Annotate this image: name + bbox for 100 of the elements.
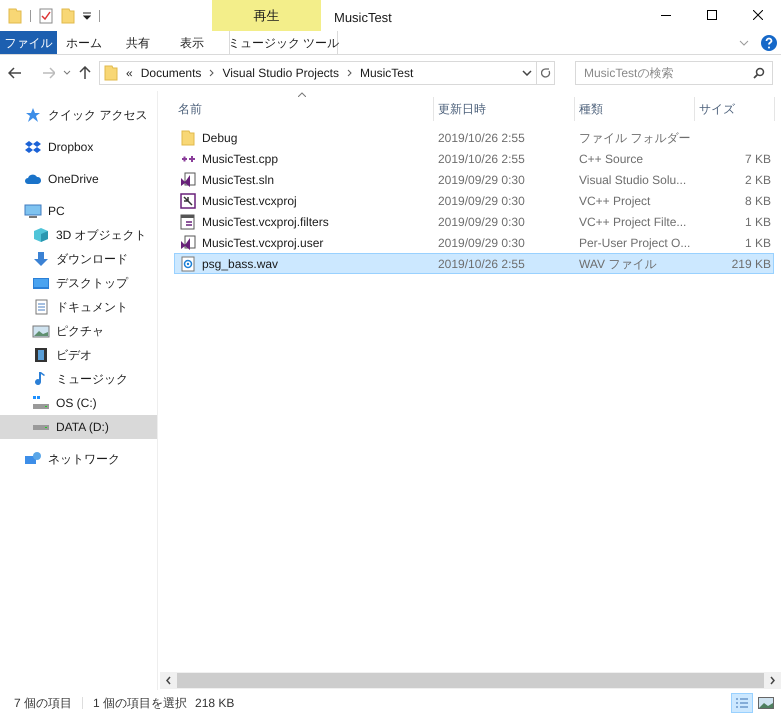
file-name: MusicTest.vcxproj.filters bbox=[202, 214, 329, 230]
down-arrow-icon bbox=[32, 251, 50, 267]
folder-icon bbox=[180, 130, 196, 146]
column-header[interactable]: 名前 bbox=[174, 97, 434, 121]
file-row[interactable]: MusicTest.cpp 2019/10/26 2:55 C++ Source 7 KB bbox=[174, 148, 774, 169]
sidebar-item[interactable]: PC bbox=[0, 199, 157, 223]
breadcrumb[interactable]: Documents bbox=[140, 64, 202, 82]
column-header[interactable]: 更新日時 bbox=[434, 97, 575, 121]
maximize-icon bbox=[707, 10, 717, 20]
search-field[interactable]: MusicTestの検索 bbox=[575, 61, 773, 85]
file-size: 219 KB bbox=[732, 256, 771, 270]
project-file-icon bbox=[180, 192, 196, 208]
file-type: ファイル フォルダー bbox=[579, 130, 690, 144]
file-name: psg_bass.wav bbox=[202, 256, 278, 272]
sidebar-item[interactable]: ダウンロード bbox=[0, 247, 157, 271]
window-title: MusicTest bbox=[334, 9, 392, 27]
file-row[interactable]: MusicTest.vcxproj 2019/09/29 0:30 VC++ Project 8 KB bbox=[174, 190, 774, 211]
folder-icon bbox=[104, 65, 118, 81]
sidebar-item[interactable]: OneDrive bbox=[0, 167, 157, 191]
new-folder-icon bbox=[61, 8, 75, 24]
file-size: 2 KB bbox=[744, 172, 771, 186]
selection-size: 218 KB bbox=[195, 694, 234, 712]
breadcrumb-overflow[interactable]: « bbox=[126, 64, 133, 82]
sidebar-item[interactable]: デスクトップ bbox=[0, 271, 157, 295]
file-type: Per-User Project O... bbox=[579, 236, 690, 250]
ribbon-tab[interactable]: ホーム bbox=[57, 31, 111, 54]
ribbon-tab[interactable]: 表示 bbox=[165, 31, 219, 54]
picture-icon bbox=[32, 323, 50, 339]
drive-icon bbox=[33, 424, 49, 430]
item-count: 7 個の項目 bbox=[14, 694, 72, 712]
file-type: WAV ファイル bbox=[579, 256, 656, 270]
breadcrumb[interactable]: MusicTest bbox=[360, 64, 414, 82]
file-size: 7 KB bbox=[744, 152, 771, 166]
file-row[interactable]: MusicTest.vcxproj.filters 2019/09/29 0:30 VC++ Project Filte... 1 KB bbox=[174, 211, 774, 232]
sort-caret-icon bbox=[298, 92, 306, 97]
modified-date: 2019/09/29 0:30 bbox=[438, 214, 525, 228]
network-icon bbox=[24, 451, 42, 467]
modified-date: 2019/09/29 0:30 bbox=[438, 236, 525, 250]
list-icon bbox=[735, 696, 749, 708]
column-header[interactable]: 種類 bbox=[575, 97, 695, 121]
selection-count: 1 個の項目を選択 bbox=[93, 694, 188, 712]
sidebar-item[interactable]: OS (C:) bbox=[0, 391, 157, 415]
solution-file-icon bbox=[180, 234, 196, 250]
refresh-icon bbox=[540, 67, 551, 79]
properties-icon[interactable] bbox=[39, 8, 53, 24]
sidebar-item[interactable]: Dropbox bbox=[0, 135, 157, 159]
file-name: MusicTest.vcxproj.user bbox=[202, 234, 324, 252]
modified-date: 2019/09/29 0:30 bbox=[438, 172, 525, 186]
help-icon[interactable] bbox=[761, 34, 777, 50]
breadcrumb[interactable]: Visual Studio Projects bbox=[222, 64, 339, 82]
column-header[interactable]: サイズ bbox=[695, 97, 775, 121]
contextual-tab-header: 再生 bbox=[212, 0, 321, 31]
sidebar-item[interactable]: 3D オブジェクト bbox=[0, 223, 157, 247]
sidebar-item[interactable]: クイック アクセス bbox=[0, 103, 157, 127]
sidebar-item[interactable]: ドキュメント bbox=[0, 295, 157, 319]
modified-date: 2019/10/26 2:55 bbox=[438, 256, 525, 270]
chevron-down-icon[interactable] bbox=[63, 70, 72, 76]
file-name: MusicTest.vcxproj bbox=[202, 192, 297, 210]
ribbon-tab[interactable]: ミュージック ツール bbox=[229, 31, 338, 54]
address-bar[interactable]: « Documents Visual Studio Projects MusicTest bbox=[99, 61, 538, 85]
sidebar-item[interactable]: DATA (D:) bbox=[0, 415, 157, 439]
audio-file-icon bbox=[180, 256, 196, 272]
horizontal-scrollbar[interactable] bbox=[160, 672, 781, 689]
file-row[interactable]: MusicTest.vcxproj.user 2019/09/29 0:30 Per-User Project O... 1 KB bbox=[174, 232, 774, 253]
dropdown-icon[interactable] bbox=[83, 12, 91, 20]
close-icon bbox=[753, 10, 763, 20]
file-name: MusicTest.cpp bbox=[202, 150, 278, 168]
search-icon[interactable] bbox=[753, 67, 765, 79]
back-arrow-icon[interactable] bbox=[8, 67, 22, 79]
file-size: 1 KB bbox=[744, 214, 771, 228]
sidebar-item[interactable]: ネットワーク bbox=[0, 447, 157, 471]
file-row[interactable]: psg_bass.wav 2019/10/26 2:55 WAV ファイル 219 KB bbox=[174, 253, 774, 274]
folder-icon bbox=[8, 8, 22, 24]
sidebar-item[interactable]: ミュージック bbox=[0, 367, 157, 391]
file-size: 1 KB bbox=[744, 236, 771, 250]
ribbon-tab[interactable]: 共有 bbox=[111, 31, 165, 54]
chevron-down-icon[interactable] bbox=[522, 70, 532, 76]
desktop-icon bbox=[32, 275, 50, 291]
details-view-button[interactable] bbox=[731, 692, 753, 712]
sidebar-item[interactable]: ビデオ bbox=[0, 343, 157, 367]
file-type: VC++ Project bbox=[579, 194, 650, 208]
refresh-button[interactable] bbox=[537, 61, 556, 85]
chevron-right-icon[interactable] bbox=[209, 69, 214, 77]
up-arrow-icon[interactable] bbox=[79, 66, 92, 80]
file-type: C++ Source bbox=[579, 152, 644, 166]
sidebar-item[interactable]: ピクチャ bbox=[0, 319, 157, 343]
modified-date: 2019/10/26 2:55 bbox=[438, 130, 525, 144]
drive-icon bbox=[32, 395, 50, 411]
modified-date: 2019/09/29 0:30 bbox=[438, 194, 525, 208]
file-row[interactable]: Debug 2019/10/26 2:55 ファイル フォルダー bbox=[174, 127, 774, 148]
file-name: Debug bbox=[202, 130, 238, 146]
file-row[interactable]: MusicTest.sln 2019/09/29 0:30 Visual Studio Solu... 2 KB bbox=[174, 169, 774, 190]
star-icon bbox=[24, 107, 42, 123]
chevron-right-icon[interactable] bbox=[346, 69, 352, 77]
modified-date: 2019/10/26 2:55 bbox=[438, 152, 525, 166]
cube-icon bbox=[32, 227, 50, 243]
file-size: 8 KB bbox=[744, 194, 771, 208]
solution-file-icon bbox=[180, 172, 196, 188]
ribbon-tab[interactable]: ファイル bbox=[0, 31, 57, 54]
box-icon bbox=[24, 139, 42, 155]
